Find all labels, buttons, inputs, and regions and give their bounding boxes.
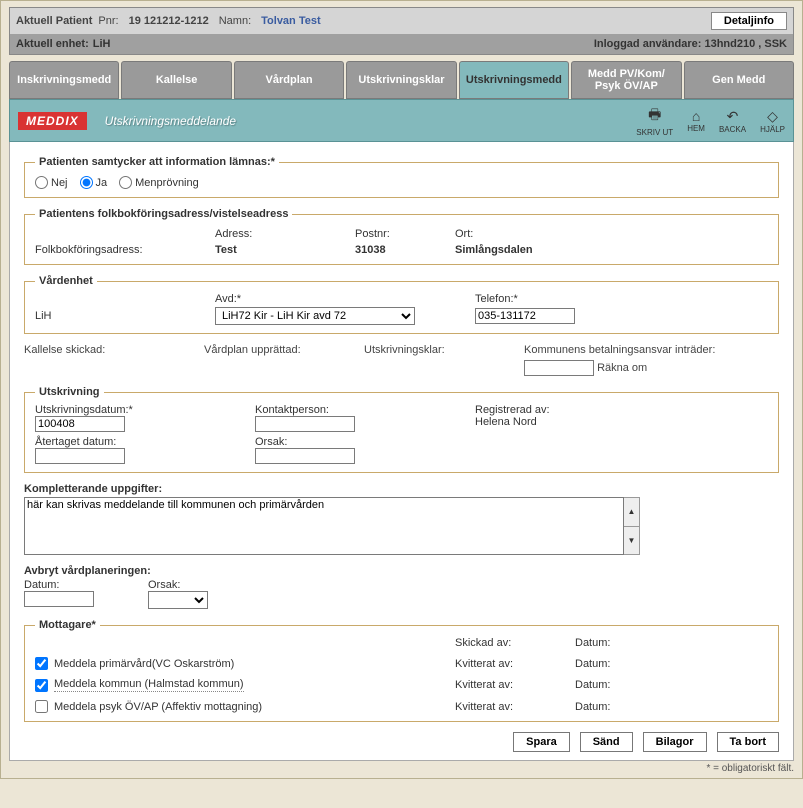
status-utklar: Utskrivningsklar: (364, 344, 494, 356)
utskrivning-legend: Utskrivning (35, 386, 104, 398)
utskrivning-fieldset: Utskrivning Utskrivningsdatum:* Kontaktp… (24, 386, 779, 473)
tab-vardplan[interactable]: Vårdplan (234, 61, 344, 99)
address-fieldset: Patientens folkbokföringsadress/vistelse… (24, 208, 779, 265)
vard-unit: LiH (35, 310, 215, 322)
status-kallelse: Kallelse skickad: (24, 344, 174, 356)
login-label: Inloggad användare: (594, 38, 702, 50)
section-title: Utskrivningsmeddelande (105, 114, 236, 128)
rakna-om-link[interactable]: Räkna om (597, 362, 647, 374)
radio-menprovning[interactable] (119, 176, 132, 189)
addr-postnr: 31038 (355, 244, 455, 256)
addr-ort: Simlångsdalen (455, 244, 635, 256)
help-icon[interactable]: ◇HJÄLP (760, 108, 785, 134)
mott-datum1: Datum: (575, 658, 768, 670)
name-value: Tolvan Test (261, 15, 321, 27)
sand-button[interactable]: Sänd (580, 732, 633, 752)
tab-bar: Inskrivningsmedd Kallelse Vårdplan Utskr… (9, 61, 794, 99)
print-icon[interactable]: 🖶SKRIV UT (636, 104, 673, 137)
komp-textarea[interactable]: här kan skrivas meddelande till kommunen… (24, 497, 624, 555)
komp-label: Kompletterande uppgifter: (24, 483, 779, 495)
tabort-button[interactable]: Ta bort (717, 732, 779, 752)
lbl-psyk: Meddela psyk ÖV/AP (Affektiv mottagning) (54, 701, 262, 713)
utskr-datum-label: Utskrivningsdatum:* (35, 404, 255, 416)
chk-psyk[interactable] (35, 700, 48, 713)
spin-up-icon[interactable]: ▲ (624, 498, 639, 527)
col-ort: Ort: (455, 228, 635, 240)
status-vardplan: Vårdplan upprättad: (204, 344, 334, 356)
reg-value: Helena Nord (475, 416, 675, 428)
bilagor-button[interactable]: Bilagor (643, 732, 707, 752)
pnr-label: Pnr: (98, 15, 118, 27)
mott-datum-hdr1: Datum: (575, 637, 768, 649)
avbryt-orsak-select[interactable] (148, 591, 208, 609)
avd-select[interactable]: LiH72 Kir - LiH Kir avd 72 (215, 307, 415, 325)
tab-medd-pv[interactable]: Medd PV/Kom/ Psyk ÖV/AP (571, 61, 681, 99)
address-legend: Patientens folkbokföringsadress/vistelse… (35, 208, 292, 220)
consent-legend: Patienten samtycker att information lämn… (35, 156, 279, 168)
mott-datum2: Datum: (575, 679, 768, 691)
kontakt-input[interactable] (255, 416, 355, 432)
orsak-input[interactable] (255, 448, 355, 464)
avbryt-datum-label: Datum: (24, 579, 94, 591)
login-value: 13hnd210 , SSK (704, 38, 787, 50)
kontakt-label: Kontaktperson: (255, 404, 475, 416)
enhet-value: LiH (93, 38, 111, 50)
mottagare-legend: Mottagare* (35, 619, 100, 631)
atertaget-label: Återtaget datum: (35, 436, 255, 448)
tel-input[interactable] (475, 308, 575, 324)
patient-header: Aktuell Patient Pnr: 19 121212-1212 Namn… (9, 7, 794, 55)
home-icon[interactable]: ⌂HEM (687, 108, 705, 133)
mott-skickad-hdr: Skickad av: (455, 637, 575, 649)
mott-kvitterat2: Kvitterat av: (455, 679, 575, 691)
avbryt-orsak-label: Orsak: (148, 579, 208, 591)
col-postnr: Postnr: (355, 228, 455, 240)
spin-down-icon[interactable]: ▼ (624, 527, 639, 555)
atertaget-input[interactable] (35, 448, 125, 464)
mott-datum3: Datum: (575, 701, 768, 713)
vardenhet-legend: Vårdenhet (35, 275, 97, 287)
mottagare-fieldset: Mottagare* Skickad av: Datum: Meddela pr… (24, 619, 779, 722)
lbl-primarvard: Meddela primärvård(VC Oskarström) (54, 658, 234, 670)
reg-label: Registrerad av: (475, 404, 675, 416)
enhet-label: Aktuell enhet: (16, 38, 89, 50)
vardenhet-fieldset: Vårdenhet Avd:* Telefon:* LiH LiH72 Kir … (24, 275, 779, 334)
consent-fieldset: Patienten samtycker att information lämn… (24, 156, 779, 198)
avd-label: Avd:* (215, 293, 475, 305)
col-adress: Adress: (215, 228, 355, 240)
addr-row-label: Folkbokföringsadress: (35, 244, 215, 256)
orsak-label: Orsak: (255, 436, 475, 448)
utskr-datum-input[interactable] (35, 416, 125, 432)
tab-gen-medd[interactable]: Gen Medd (684, 61, 794, 99)
brand-logo: MEDDIX (18, 112, 87, 130)
patient-label: Aktuell Patient (16, 15, 92, 27)
radio-nej[interactable] (35, 176, 48, 189)
lbl-kommun: Meddela kommun (Halmstad kommun) (54, 678, 244, 692)
pnr-value: 19 121212-1212 (129, 15, 209, 27)
tel-label: Telefon:* (475, 293, 615, 305)
avbryt-title: Avbryt vårdplaneringen: (24, 565, 779, 577)
toolbar: MEDDIX Utskrivningsmeddelande 🖶SKRIV UT … (9, 99, 794, 142)
mott-kvitterat1: Kvitterat av: (455, 658, 575, 670)
tab-utskrivningsmedd[interactable]: Utskrivningsmedd (459, 61, 569, 99)
name-label: Namn: (219, 15, 251, 27)
addr-adress: Test (215, 244, 355, 256)
detail-button[interactable]: Detaljinfo (711, 12, 787, 30)
betalning-input[interactable] (524, 360, 594, 376)
chk-primarvard[interactable] (35, 657, 48, 670)
tab-kallelse[interactable]: Kallelse (121, 61, 231, 99)
radio-ja[interactable] (80, 176, 93, 189)
spara-button[interactable]: Spara (513, 732, 570, 752)
status-betalning: Kommunens betalningsansvar inträder: (524, 344, 715, 356)
back-icon[interactable]: ↶BACKA (719, 108, 746, 134)
komp-spinner: ▲ ▼ (624, 497, 640, 555)
tab-utskrivningsklar[interactable]: Utskrivningsklar (346, 61, 456, 99)
avbryt-datum-input[interactable] (24, 591, 94, 607)
mott-kvitterat3: Kvitterat av: (455, 701, 575, 713)
chk-kommun[interactable] (35, 679, 48, 692)
tab-inskrivning[interactable]: Inskrivningsmedd (9, 61, 119, 99)
footnote: * = obligatoriskt fält. (9, 763, 794, 774)
